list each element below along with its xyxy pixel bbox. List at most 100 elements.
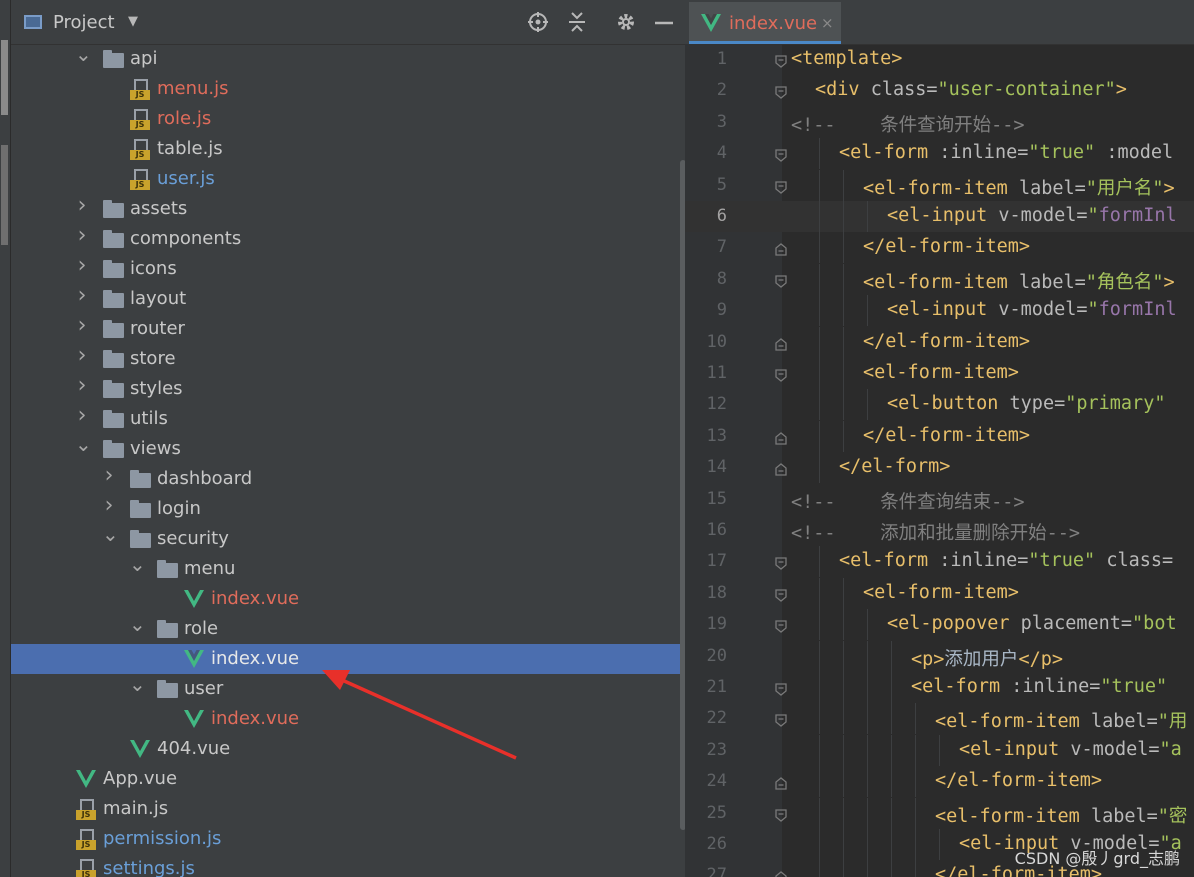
chevron-down-icon[interactable]: ⌄	[75, 42, 92, 66]
code-line[interactable]: 18 <el-form-item>	[685, 577, 1194, 609]
chevron-right-icon[interactable]: ›	[102, 463, 116, 488]
tree-item[interactable]: JS permission.js	[11, 824, 685, 854]
code-line[interactable]: 7 </el-form-item>	[685, 232, 1194, 264]
chevron-right-icon[interactable]: ›	[75, 193, 89, 218]
fold-close-icon[interactable]	[775, 775, 787, 790]
code-line[interactable]: 10 </el-form-item>	[685, 326, 1194, 358]
tree-item[interactable]: › login	[11, 493, 685, 524]
tree-item[interactable]: ⌄ views	[11, 432, 685, 464]
close-icon[interactable]: ×	[821, 14, 834, 32]
fold-open-icon[interactable]	[775, 84, 787, 100]
tree-item[interactable]: › dashboard	[11, 463, 685, 494]
code-line[interactable]: 20 <p>添加用户</p>	[685, 640, 1194, 672]
code-line[interactable]: 23 <el-input v-model="a	[685, 734, 1194, 766]
code-line[interactable]: 9 <el-input v-model="formInl	[685, 295, 1194, 327]
chevron-down-icon[interactable]: ⌄	[129, 552, 146, 576]
tree-item[interactable]: › styles	[11, 373, 685, 404]
tree-item[interactable]: 404.vue	[11, 734, 685, 764]
code-line[interactable]: 14 </el-form>	[685, 452, 1194, 484]
code-line[interactable]: 1 <template>	[685, 44, 1194, 75]
tree-item[interactable]: JS main.js	[11, 794, 685, 824]
code-line[interactable]: 12 <el-button type="primary"	[685, 389, 1194, 421]
chevron-right-icon[interactable]: ›	[75, 403, 89, 428]
structure-tool-tab[interactable]	[1, 145, 8, 245]
fold-open-icon[interactable]	[775, 179, 787, 194]
tree-item-label: styles	[130, 378, 183, 399]
chevron-right-icon[interactable]: ›	[75, 223, 89, 248]
fold-close-icon[interactable]	[775, 430, 787, 445]
chevron-right-icon[interactable]: ›	[75, 313, 89, 338]
tree-item[interactable]: JS table.js	[11, 134, 685, 164]
code-line[interactable]: 25 <el-form-item label="密	[685, 797, 1194, 829]
chevron-right-icon[interactable]: ›	[75, 373, 89, 398]
tree-item[interactable]: index.vue	[11, 704, 685, 734]
tree-item[interactable]: › assets	[11, 193, 685, 224]
chevron-down-icon[interactable]: ⌄	[75, 432, 92, 456]
tree-item[interactable]: › store	[11, 343, 685, 374]
chevron-down-icon[interactable]: ▼	[128, 14, 138, 29]
code-line[interactable]: 2 <div class="user-container">	[685, 75, 1194, 106]
fold-open-icon[interactable]	[775, 53, 787, 68]
fold-open-icon[interactable]	[775, 807, 787, 822]
collapse-all-icon[interactable]	[567, 11, 587, 37]
tree-item[interactable]: ⌄ security	[11, 522, 685, 554]
chevron-down-icon[interactable]: ⌄	[102, 522, 119, 546]
code-line[interactable]: 8 <el-form-item label="角色名">	[685, 263, 1194, 295]
code-line[interactable]: 6 <el-input v-model="formInl	[685, 201, 1194, 232]
tree-item[interactable]: › components	[11, 223, 685, 254]
code-line[interactable]: 13 </el-form-item>	[685, 420, 1194, 452]
tree-item[interactable]: ⌄ role	[11, 612, 685, 644]
fold-open-icon[interactable]	[775, 712, 787, 728]
indent-guide	[867, 201, 868, 232]
fold-open-icon[interactable]	[775, 555, 787, 571]
tree-item[interactable]: JS settings.js	[11, 854, 685, 877]
code-line[interactable]: 21 <el-form :inline="true"	[685, 672, 1194, 703]
fold-open-icon[interactable]	[775, 367, 787, 382]
code-line[interactable]: 11 <el-form-item>	[685, 358, 1194, 389]
code-line[interactable]: 16 <!-- 添加和批量删除开始-->	[685, 515, 1194, 546]
code-line[interactable]: 17 <el-form :inline="true" class=	[685, 546, 1194, 578]
tree-item[interactable]: ⌄ menu	[11, 552, 685, 584]
tree-item[interactable]: index.vue	[11, 584, 685, 614]
code-line[interactable]: 3 <!-- 条件查询开始-->	[685, 107, 1194, 138]
fold-close-icon[interactable]	[775, 869, 787, 877]
code-line[interactable]: 15 <!-- 条件查询结束-->	[685, 484, 1194, 515]
locate-icon[interactable]	[527, 11, 549, 37]
tree-item[interactable]: JS menu.js	[11, 74, 685, 104]
gear-icon[interactable]	[615, 11, 637, 37]
chevron-right-icon[interactable]: ›	[75, 253, 89, 278]
tree-item[interactable]: App.vue	[11, 764, 685, 794]
project-tool-tab[interactable]	[1, 40, 8, 115]
tree-item[interactable]: ⌄ user	[11, 672, 685, 704]
tree-item[interactable]: › layout	[11, 283, 685, 314]
code-line[interactable]: 22 <el-form-item label="用	[685, 703, 1194, 735]
chevron-right-icon[interactable]: ›	[102, 493, 116, 518]
chevron-right-icon[interactable]: ›	[75, 283, 89, 308]
minimize-icon[interactable]	[654, 11, 674, 37]
tree-item[interactable]: JS user.js	[11, 164, 685, 194]
fold-open-icon[interactable]	[775, 587, 787, 602]
tree-item[interactable]: ⌄ api	[11, 42, 685, 74]
editor-tab-index-vue[interactable]: index.vue ×	[689, 2, 841, 44]
chevron-down-icon[interactable]: ⌄	[129, 672, 146, 696]
code-line[interactable]: 19 <el-popover placement="bot	[685, 609, 1194, 641]
fold-close-icon[interactable]	[775, 336, 787, 351]
tree-item[interactable]: › utils	[11, 403, 685, 434]
fold-close-icon[interactable]	[775, 461, 787, 476]
code-line[interactable]: 24 </el-form-item>	[685, 766, 1194, 798]
code-line[interactable]: 4 <el-form :inline="true" :model	[685, 138, 1194, 170]
tree-item[interactable]: › router	[11, 313, 685, 344]
tree-item[interactable]: JS role.js	[11, 104, 685, 134]
chevron-right-icon[interactable]: ›	[75, 343, 89, 368]
tree-item[interactable]: index.vue	[11, 644, 685, 674]
tree-item[interactable]: › icons	[11, 253, 685, 284]
fold-close-icon[interactable]	[775, 241, 787, 257]
project-title[interactable]: Project	[53, 12, 115, 33]
left-tool-strip[interactable]	[0, 0, 11, 877]
chevron-down-icon[interactable]: ⌄	[129, 612, 146, 636]
fold-open-icon[interactable]	[775, 681, 787, 696]
fold-open-icon[interactable]	[775, 618, 787, 634]
fold-open-icon[interactable]	[775, 147, 787, 163]
code-line[interactable]: 5 <el-form-item label="用户名">	[685, 169, 1194, 201]
fold-open-icon[interactable]	[775, 273, 787, 288]
